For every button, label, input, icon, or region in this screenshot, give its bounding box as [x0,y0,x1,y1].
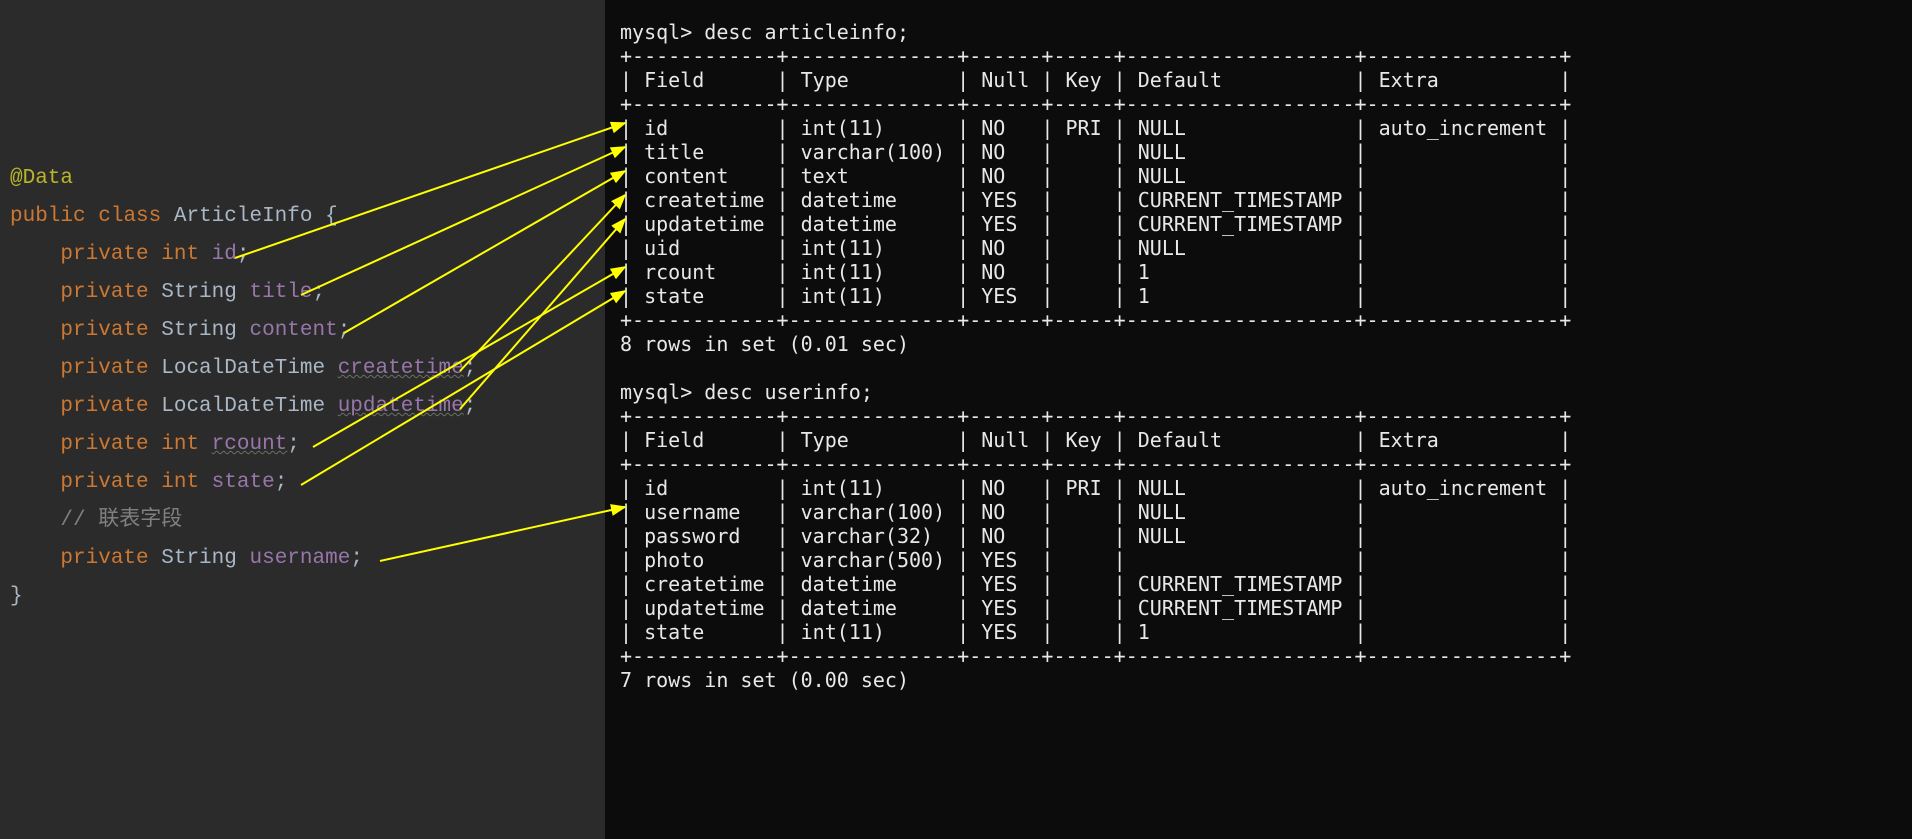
type-localdatetime: LocalDateTime [161,357,325,380]
mysql-prompt: mysql> desc articleinfo; [620,20,909,44]
table-row: | updatetime | datetime | YES | | CURREN… [620,596,1571,620]
keyword-private: private [60,243,148,266]
semicolon: ; [464,357,477,380]
comment: // 联表字段 [60,509,182,532]
result-summary: 8 rows in set (0.01 sec) [620,332,909,356]
keyword-private: private [60,471,148,494]
annotation: @Data [10,167,73,190]
semicolon: ; [464,395,477,418]
table-row: | password | varchar(32) | NO | | NULL |… [620,524,1571,548]
field-updatetime: updatetime [338,395,464,418]
field-username: username [249,547,350,570]
table-separator: +------------+--------------+------+----… [620,404,1571,428]
table-row: | content | text | NO | | NULL | | [620,164,1571,188]
semicolon: ; [237,243,250,266]
table-row: | updatetime | datetime | YES | | CURREN… [620,212,1571,236]
table-row: | photo | varchar(500) | YES | | | | [620,548,1571,572]
table-row: | id | int(11) | NO | PRI | NULL | auto_… [620,116,1571,140]
semicolon: ; [338,319,351,342]
table-separator: +------------+--------------+------+----… [620,92,1571,116]
semicolon: ; [350,547,363,570]
keyword-private: private [60,395,148,418]
table-row: | id | int(11) | NO | PRI | NULL | auto_… [620,476,1571,500]
class-name: ArticleInfo [174,205,313,228]
field-content: content [249,319,337,342]
table-separator: +------------+--------------+------+----… [620,452,1571,476]
type-string: String [161,547,237,570]
table-row: | rcount | int(11) | NO | | 1 | | [620,260,1571,284]
type-localdatetime: LocalDateTime [161,395,325,418]
keyword-private: private [60,281,148,304]
field-title: title [249,281,312,304]
table-separator: +------------+--------------+------+----… [620,308,1571,332]
open-brace: { [325,205,338,228]
keyword-class: class [98,205,161,228]
table-row: | uid | int(11) | NO | | NULL | | [620,236,1571,260]
table-header: | Field | Type | Null | Key | Default | … [620,428,1571,452]
type-int: int [161,433,199,456]
table-row: | state | int(11) | YES | | 1 | | [620,284,1571,308]
type-int: int [161,471,199,494]
result-summary: 7 rows in set (0.00 sec) [620,668,909,692]
semicolon: ; [287,433,300,456]
table-row: | createtime | datetime | YES | | CURREN… [620,572,1571,596]
type-string: String [161,319,237,342]
keyword-private: private [60,357,148,380]
semicolon: ; [275,471,288,494]
keyword-public: public [10,205,86,228]
table-row: | username | varchar(100) | NO | | NULL … [620,500,1571,524]
keyword-private: private [60,433,148,456]
semicolon: ; [313,281,326,304]
table-separator: +------------+--------------+------+----… [620,644,1571,668]
table-header: | Field | Type | Null | Key | Default | … [620,68,1571,92]
table-row: | title | varchar(100) | NO | | NULL | | [620,140,1571,164]
field-createtime: createtime [338,357,464,380]
type-string: String [161,281,237,304]
mysql-prompt: mysql> desc userinfo; [620,380,873,404]
field-rcount: rcount [212,433,288,456]
field-state: state [212,471,275,494]
close-brace: } [10,585,23,608]
keyword-private: private [60,547,148,570]
table-row: | state | int(11) | YES | | 1 | | [620,620,1571,644]
type-int: int [161,243,199,266]
table-row: | createtime | datetime | YES | | CURREN… [620,188,1571,212]
code-editor[interactable]: @Data public class ArticleInfo { private… [0,0,605,839]
mysql-terminal[interactable]: mysql> desc articleinfo; +------------+-… [605,0,1912,839]
keyword-private: private [60,319,148,342]
field-id: id [212,243,237,266]
table-separator: +------------+--------------+------+----… [620,44,1571,68]
